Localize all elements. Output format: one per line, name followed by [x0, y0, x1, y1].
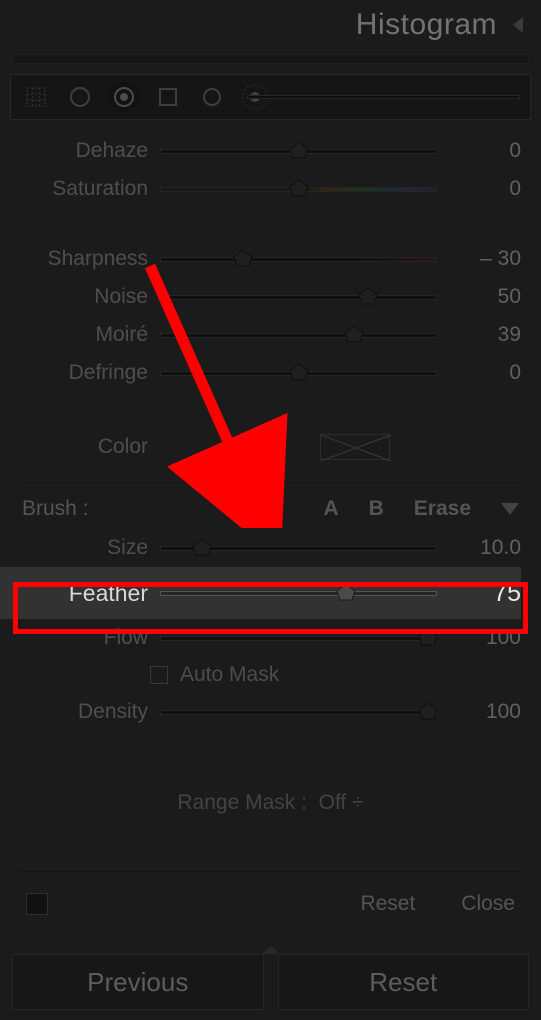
divider: [18, 482, 523, 483]
value-defringe[interactable]: 0: [451, 361, 521, 385]
row-feather: Feather 75: [0, 567, 521, 619]
label-size: Size: [0, 536, 160, 560]
slider-size[interactable]: [160, 538, 437, 558]
slider-saturation[interactable]: [160, 179, 437, 199]
gradient-tool-icon[interactable]: [153, 82, 183, 112]
brush-disclosure-icon[interactable]: [501, 503, 519, 515]
radial-tool-icon[interactable]: [109, 82, 139, 112]
label-dehaze: Dehaze: [0, 139, 160, 163]
panel-title: Histogram: [356, 8, 497, 42]
value-density[interactable]: 100: [451, 700, 521, 724]
label-moire: Moiré: [0, 323, 160, 347]
slider-defringe[interactable]: [160, 363, 437, 383]
value-sharpness[interactable]: – 30: [451, 247, 521, 271]
tool-strip: [10, 74, 531, 120]
close-link[interactable]: Close: [461, 892, 515, 916]
row-color: Color: [0, 422, 541, 472]
row-density: Density 100: [0, 693, 521, 731]
label-flow: Flow: [0, 626, 160, 650]
spot-tool-icon[interactable]: [65, 82, 95, 112]
value-feather[interactable]: 75: [451, 579, 521, 608]
reset-button-label: Reset: [369, 967, 437, 998]
slider-sharpness[interactable]: [160, 249, 437, 269]
label-sharpness: Sharpness: [0, 247, 160, 271]
value-moire[interactable]: 39: [451, 323, 521, 347]
row-size: Size 10.0: [0, 529, 521, 567]
brush-opt-b[interactable]: B: [369, 497, 384, 521]
range-mask-label: Range Mask :: [177, 791, 307, 814]
brush-opt-a[interactable]: A: [323, 497, 338, 521]
previous-button-label: Previous: [87, 967, 188, 998]
expand-up-icon[interactable]: [262, 946, 280, 954]
collapse-icon[interactable]: [513, 17, 523, 33]
reset-button[interactable]: Reset: [278, 954, 530, 1010]
pin-toggle[interactable]: [26, 893, 48, 915]
value-dehaze[interactable]: 0: [451, 139, 521, 163]
brush-opt-erase[interactable]: Erase: [414, 497, 471, 521]
histogram-header[interactable]: Histogram: [0, 0, 541, 48]
slider-moire[interactable]: [160, 325, 437, 345]
row-noise: Noise 50: [0, 278, 521, 316]
slider-noise[interactable]: [160, 287, 437, 307]
crop-tool-icon[interactable]: [21, 82, 51, 112]
previous-button[interactable]: Previous: [12, 954, 264, 1010]
automask-checkbox[interactable]: [150, 666, 168, 684]
label-feather: Feather: [0, 580, 160, 607]
reset-close-row: Reset Close: [0, 882, 541, 936]
reset-link[interactable]: Reset: [360, 892, 415, 916]
slider-density[interactable]: [160, 702, 437, 722]
slider-flow[interactable]: [160, 628, 437, 648]
color-swatch[interactable]: [320, 434, 390, 460]
row-flow: Flow 100: [0, 619, 521, 657]
divider-2: [18, 871, 523, 872]
row-saturation: Saturation 0: [0, 170, 521, 208]
range-mask-value: Off: [319, 791, 347, 814]
label-density: Density: [0, 700, 160, 724]
brush-tool-icon[interactable]: [197, 82, 227, 112]
value-flow[interactable]: 100: [451, 626, 521, 650]
brush-selector: Brush : A B Erase: [0, 493, 541, 527]
row-defringe: Defringe 0: [0, 354, 521, 392]
value-size[interactable]: 10.0: [451, 536, 521, 560]
value-noise[interactable]: 50: [451, 285, 521, 309]
histogram-strip: [12, 54, 529, 64]
slider-dehaze[interactable]: [160, 141, 437, 161]
range-mask-row[interactable]: Range Mask : Off ÷: [0, 735, 541, 861]
bottom-bar: Previous Reset: [0, 954, 541, 1020]
brush-label: Brush :: [22, 497, 89, 521]
label-defringe: Defringe: [0, 361, 160, 385]
exposure-slider[interactable]: [247, 88, 520, 106]
label-color: Color: [0, 435, 160, 459]
automask-label: Auto Mask: [180, 663, 279, 687]
label-noise: Noise: [0, 285, 160, 309]
row-sharpness: Sharpness – 30: [0, 240, 521, 278]
slider-feather[interactable]: [160, 583, 437, 603]
row-dehaze: Dehaze 0: [0, 132, 521, 170]
row-automask: Auto Mask: [0, 657, 521, 693]
label-saturation: Saturation: [0, 177, 160, 201]
row-moire: Moiré 39: [0, 316, 521, 354]
value-saturation[interactable]: 0: [451, 177, 521, 201]
